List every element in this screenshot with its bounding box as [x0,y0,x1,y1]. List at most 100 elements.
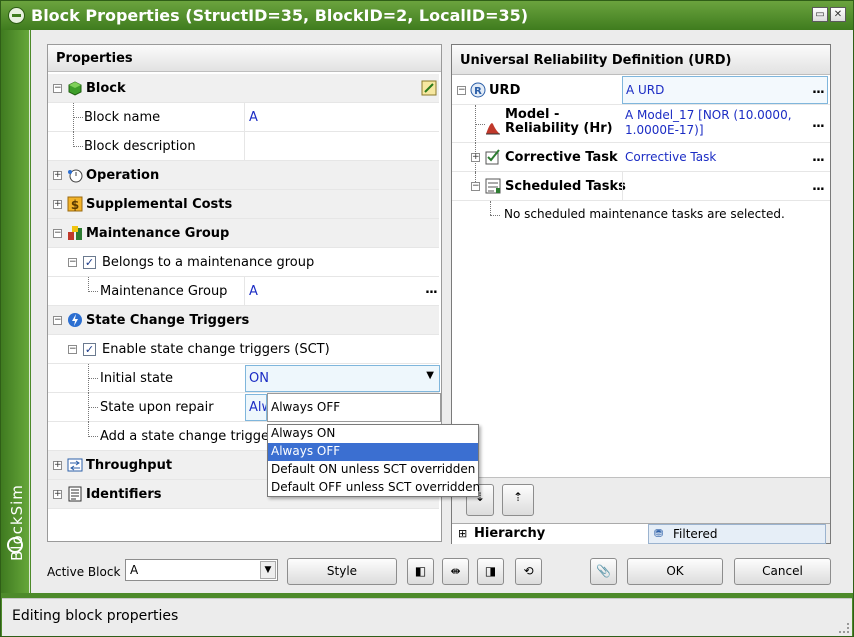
block-name-label: Block name [84,109,161,125]
close-button[interactable]: ✕ [830,7,846,22]
collapse-icon[interactable]: − [471,182,480,191]
move-up-icon[interactable]: ⇡ [502,484,534,516]
category-state-change-triggers[interactable]: − State Change Triggers [48,306,439,335]
initial-state-label: Initial state [100,370,174,386]
state-upon-repair-edit[interactable]: Always OFF [267,393,441,422]
urd-root-row[interactable]: − R URD A URD ... [452,76,830,105]
urd-root-label: URD [489,82,521,98]
corrective-task-value[interactable]: Corrective Task [625,150,716,164]
corrective-task-browse-button[interactable]: ... [812,150,825,165]
align-left-icon[interactable]: ◧ [407,558,434,585]
corrective-task-icon [485,149,500,165]
stopwatch-icon [68,169,83,183]
collapse-icon[interactable]: − [53,84,62,93]
app-icon [8,7,25,24]
block-description-label: Block description [84,138,196,154]
block-name-row[interactable]: Block name A [48,103,439,132]
enable-sct-checkbox[interactable]: ✓ [83,343,96,356]
swap-icon[interactable]: ⟲ [515,558,542,585]
cancel-button[interactable]: Cancel [734,558,831,585]
maintenance-group-value[interactable]: A [249,284,258,299]
add-trigger-label: Add a state change trigger [100,428,275,444]
svg-text:$: $ [71,198,79,212]
tab-filtered[interactable]: Filtered [648,524,826,544]
maximize-button[interactable]: ▭ [812,7,828,22]
belongs-to-group-row[interactable]: − ✓ Belongs to a maintenance group [48,248,439,277]
ok-button[interactable]: OK [627,558,723,585]
attachment-icon[interactable]: 📎 [590,558,617,585]
belongs-to-group-label: Belongs to a maintenance group [102,254,315,270]
status-bar: Editing block properties [2,598,852,636]
cube-icon [68,81,82,96]
collapse-icon[interactable]: − [68,345,77,354]
throughput-icon [67,458,83,472]
align-center-icon[interactable]: ⇼ [442,558,469,585]
block-description-row[interactable]: Block description [48,132,439,161]
active-block-select[interactable]: A ▼ [125,559,278,581]
status-text: Editing block properties [12,608,179,624]
collapse-icon[interactable]: − [53,316,62,325]
category-operation[interactable]: + Operation [48,161,439,190]
urd-root-field[interactable]: A URD ... [622,76,828,104]
expand-icon[interactable]: + [53,490,62,499]
state-upon-repair-partial-value: Alw [249,400,266,415]
collapse-icon[interactable]: − [457,86,466,95]
dropdown-option-always-off[interactable]: Always OFF [268,443,478,461]
belongs-to-group-checkbox[interactable]: ✓ [83,256,96,269]
model-value[interactable]: A Model_17 [NOR (10.0000, 1.0000E-17)] [625,108,813,138]
dropdown-option-always-on[interactable]: Always ON [268,425,478,443]
brand-sidebar: BlockSim [1,30,30,593]
identifiers-icon [68,486,82,502]
state-upon-repair-select[interactable]: Alw [245,394,267,421]
scheduled-tasks-icon [485,178,501,194]
category-throughput-label: Throughput [86,457,173,473]
properties-header: Properties [48,45,441,72]
expand-icon[interactable]: + [53,171,62,180]
no-scheduled-tasks-text: No scheduled maintenance tasks are selec… [504,207,785,221]
corrective-task-label: Corrective Task [505,149,618,165]
category-supplemental-costs[interactable]: + $ Supplemental Costs [48,190,439,219]
expand-icon[interactable]: + [471,153,480,162]
category-identifiers-label: Identifiers [86,486,162,502]
initial-state-select[interactable]: ON ▼ [245,365,440,392]
corrective-task-row[interactable]: + Corrective Task Corrective Task ... [452,143,830,172]
initial-state-row[interactable]: Initial state ON ▼ [48,364,440,393]
collapse-icon[interactable]: − [68,258,77,267]
urd-icon: R [470,82,486,98]
category-maintenance-group[interactable]: − Maintenance Group [48,219,439,248]
model-row[interactable]: Model - Reliability (Hr) A Model_17 [NOR… [452,105,830,143]
scheduled-tasks-row[interactable]: − Scheduled Tasks ... [452,172,830,201]
urd-browse-button[interactable]: ... [812,82,825,97]
category-state-change-triggers-label: State Change Triggers [86,312,250,328]
dropdown-option-default-on[interactable]: Default ON unless SCT overridden [268,461,478,479]
expand-icon[interactable]: + [53,200,62,209]
dropdown-option-default-off[interactable]: Default OFF unless SCT overridden [268,479,480,497]
state-upon-repair-row[interactable]: State upon repair Alw Always OFF [48,393,441,422]
lightning-icon [68,313,82,327]
chevron-down-icon[interactable]: ▼ [260,561,276,579]
align-right-icon[interactable]: ◨ [477,558,504,585]
dialog-body: Properties − Block Block name A Block de… [31,30,853,593]
expand-icon[interactable]: + [53,461,62,470]
tab-hierarchy-label: Hierarchy [474,526,546,541]
collapse-icon[interactable]: − [53,229,62,238]
urd-root-value: A URD [626,83,665,97]
style-button[interactable]: Style [287,558,397,585]
link-icon[interactable] [421,80,437,96]
enable-sct-row[interactable]: − ✓ Enable state change triggers (SCT) [48,335,439,364]
enable-sct-label: Enable state change triggers (SCT) [102,341,330,357]
initial-state-value: ON [249,371,269,386]
title-bar: Block Properties (StructID=35, BlockID=2… [1,1,853,30]
maintenance-group-row[interactable]: Maintenance Group A ... [48,277,439,306]
maintenance-group-browse-button[interactable]: ... [425,282,438,297]
category-block[interactable]: − Block [48,74,439,103]
chevron-down-icon[interactable]: ▼ [426,370,434,381]
tab-hierarchy[interactable]: Hierarchy [452,524,648,544]
resize-grip[interactable] [839,623,849,633]
brand-name: BlockSim [8,484,26,561]
state-upon-repair-dropdown[interactable]: Always ON Always OFF Default ON unless S… [267,424,480,497]
block-name-value[interactable]: A [249,110,258,125]
model-browse-button[interactable]: ... [812,116,825,131]
scheduled-tasks-browse-button[interactable]: ... [812,179,825,194]
maintenance-group-icon [68,226,82,240]
